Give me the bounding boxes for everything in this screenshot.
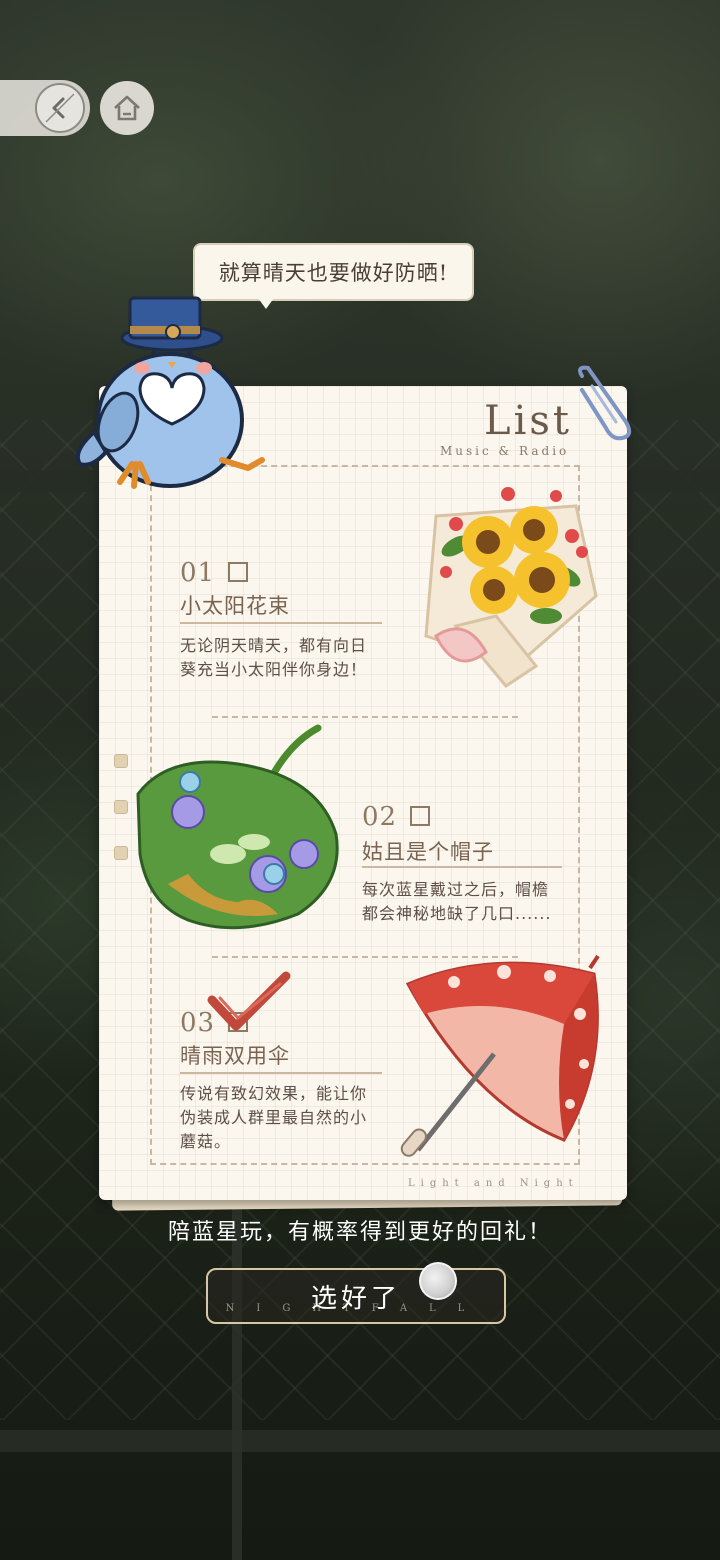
item-description: 无论阴天晴天，都有向日 葵充当小太阳伴你身边！: [180, 634, 367, 682]
checkmark-icon: [207, 971, 291, 1031]
item-description: 传说有致幻效果，能让你 伪装成人群里最自然的小 蘑菇。: [180, 1082, 367, 1154]
list-title: List: [484, 398, 572, 444]
desc-line: 蘑菇。: [180, 1132, 232, 1151]
touch-cursor-indicator: [419, 1262, 457, 1300]
item-name[interactable]: 小太阳花束: [180, 590, 290, 620]
item-separator: [212, 716, 518, 718]
binder-hole: [114, 800, 128, 814]
desc-line: 葵充当小太阳伴你身边！: [180, 660, 368, 679]
item-underline: [180, 1072, 382, 1074]
desc-line: 伪装成人群里最自然的小: [180, 1108, 368, 1127]
list-footer: Light and Night: [408, 1178, 579, 1189]
item-underline: [362, 866, 562, 868]
item-number: 01: [180, 558, 216, 588]
home-icon: [114, 95, 140, 121]
desc-line: 无论阴天晴天，都有向日: [180, 636, 368, 655]
item-name[interactable]: 晴雨双用伞: [180, 1040, 290, 1070]
list-subtitle: Music & Radio: [440, 444, 570, 458]
item-checkbox[interactable]: [410, 806, 430, 826]
item-name[interactable]: 姑且是个帽子: [362, 836, 494, 866]
item-underline: [180, 622, 382, 624]
item-number: 02: [362, 802, 398, 832]
leaf-hat-image[interactable]: [128, 724, 356, 938]
desc-line: 传说有致幻效果，能让你: [180, 1084, 368, 1103]
desc-line: 每次蓝星戴过之后，帽檐: [362, 880, 550, 899]
reward-hint: 陪蓝星玩，有概率得到更好的回礼！: [167, 1220, 552, 1245]
paperclip-icon: [578, 365, 632, 441]
confirm-label: 选好了: [310, 1283, 401, 1314]
mushroom-umbrella-image[interactable]: [394, 954, 610, 1170]
home-button[interactable]: [100, 81, 154, 135]
desc-line: 都会神秘地缺了几口......: [362, 904, 552, 923]
back-button[interactable]: [35, 83, 85, 133]
sunflower-bouquet-image[interactable]: [396, 476, 612, 696]
fence-rail: [0, 1430, 720, 1452]
item-description: 每次蓝星戴过之后，帽檐 都会神秘地缺了几口......: [362, 878, 552, 926]
back-arrow-icon: [45, 93, 75, 123]
bird-mascot: [75, 296, 265, 489]
binder-hole: [114, 846, 128, 860]
binder-hole: [114, 754, 128, 768]
confirm-button[interactable]: 选好了 NIGHTFALL: [206, 1268, 506, 1324]
speech-text: 就算晴天也要做好防晒!: [218, 261, 449, 285]
item-checkbox[interactable]: [228, 562, 248, 582]
